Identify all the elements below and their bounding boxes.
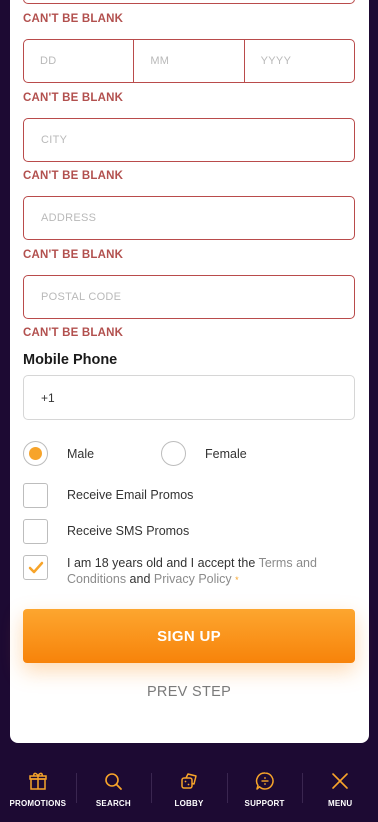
nav-item-search[interactable]: SEARCH	[75, 765, 152, 822]
sms-promos-label[interactable]: Receive SMS Promos	[67, 524, 189, 538]
support-chat-icon	[255, 772, 274, 790]
privacy-policy-link[interactable]: Privacy Policy	[154, 572, 232, 586]
nav-item-support[interactable]: SUPPORT	[226, 765, 303, 822]
sms-promos-checkbox[interactable]	[23, 519, 48, 544]
sign-up-button[interactable]: SIGN UP	[23, 609, 355, 663]
date-of-birth-group: DD MM YYYY	[23, 39, 355, 83]
previous-field-bottom[interactable]	[23, 0, 355, 4]
mobile-phone-label: Mobile Phone	[23, 352, 118, 368]
gender-female-label[interactable]: Female	[205, 447, 247, 461]
error-message: CAN'T BE BLANK	[23, 13, 124, 25]
postal-code-input[interactable]: POSTAL CODE	[23, 275, 355, 319]
search-icon	[105, 773, 123, 790]
radio-selected-dot	[29, 447, 42, 460]
city-input[interactable]: CITY	[23, 118, 355, 162]
address-input[interactable]: ADDRESS	[23, 196, 355, 240]
gender-male-radio[interactable]	[23, 441, 48, 466]
close-icon	[332, 773, 348, 789]
error-message: CAN'T BE BLANK	[23, 170, 124, 182]
dice-icon	[181, 773, 197, 789]
checkmark-icon	[28, 561, 43, 573]
gender-male-label[interactable]: Male	[67, 447, 94, 461]
nav-item-lobby[interactable]: LOBBY	[151, 765, 227, 822]
mobile-phone-input[interactable]: +1	[23, 375, 355, 420]
year-input[interactable]: YYYY	[243, 40, 354, 82]
email-promos-checkbox[interactable]	[23, 483, 48, 508]
terms-checkbox[interactable]	[23, 555, 48, 580]
terms-label: I am 18 years old and I accept the Terms…	[67, 556, 317, 586]
error-message: CAN'T BE BLANK	[23, 92, 124, 104]
gift-icon	[29, 772, 47, 790]
email-promos-label[interactable]: Receive Email Promos	[67, 488, 193, 502]
nav-item-promotions[interactable]: PROMOTIONS	[0, 765, 76, 822]
nav-item-menu[interactable]: MENU	[302, 765, 378, 822]
required-mark: *	[235, 575, 239, 585]
gender-female-radio[interactable]	[161, 441, 186, 466]
day-input[interactable]: DD	[24, 40, 133, 82]
prev-step-button[interactable]: PREV STEP	[23, 684, 355, 700]
error-message: CAN'T BE BLANK	[23, 249, 124, 261]
month-input[interactable]: MM	[133, 40, 243, 82]
error-message: CAN'T BE BLANK	[23, 327, 124, 339]
bottom-navigation: PROMOTIONS SEARCH LOBBY SUPPORT MENU	[0, 765, 378, 822]
